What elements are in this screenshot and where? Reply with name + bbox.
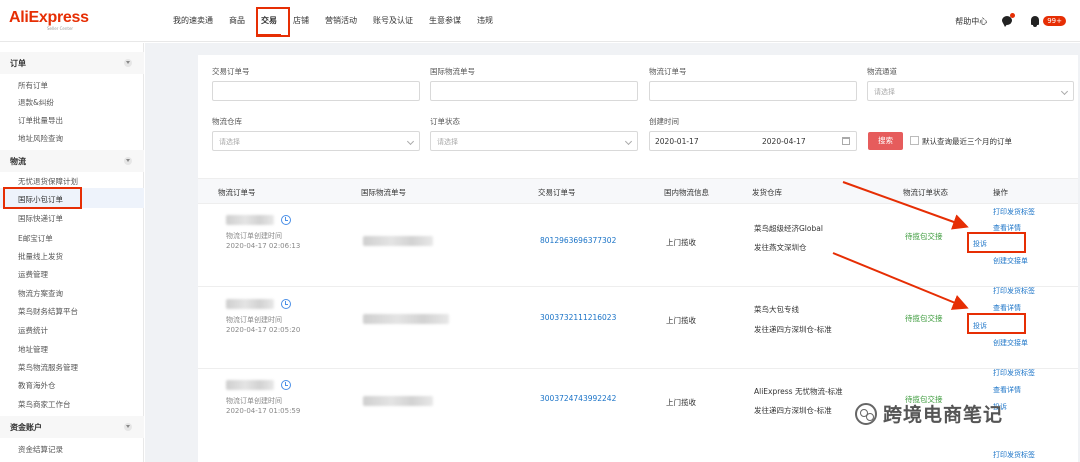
arrow-to-complaint-1 bbox=[842, 181, 969, 230]
wechat-icon bbox=[855, 402, 877, 425]
watermark: 跨境电商笔记 bbox=[855, 400, 1003, 427]
annotation-arrows bbox=[832, 181, 969, 310]
arrow-to-complaint-2 bbox=[832, 252, 969, 310]
